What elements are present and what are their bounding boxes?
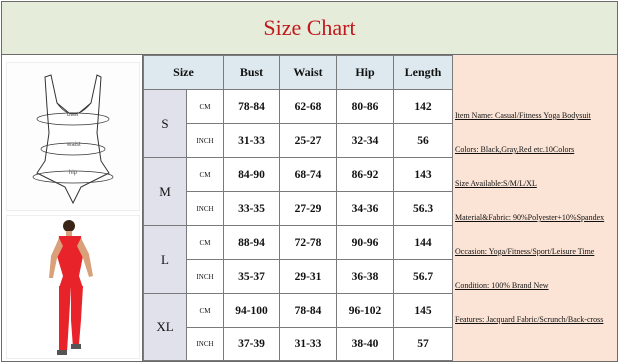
table-row: S CM 78-84 62-68 80-86 142 — [143, 89, 453, 158]
hip-label: hip — [69, 170, 78, 176]
info-features: Features: Jacquard Fabric/Scrunch/Back-c… — [455, 315, 604, 324]
size-cell: M — [143, 157, 187, 226]
info-colors: Colors: Black,Gray,Red etc.10Colors — [455, 145, 575, 154]
unit-cell: CM — [186, 225, 224, 260]
info-sizes: Size Available:S/M/L/XL — [455, 179, 537, 188]
table-row: INCH 35-37 29-31 36-38 56.7 — [144, 259, 453, 294]
product-info-column: Item Name: Casual/Fitness Yoga Bodysuit … — [453, 55, 617, 361]
unit-cell: INCH — [186, 191, 224, 226]
model-figure — [49, 220, 93, 355]
bust-cell: 35-37 — [223, 259, 280, 294]
hip-cell: 36-38 — [336, 259, 394, 294]
size-cell: L — [143, 225, 187, 294]
page-title: Size Chart — [263, 15, 356, 40]
table-row: L CM 88-94 72-78 90-96 144 — [143, 225, 453, 294]
waist-cell: 68-74 — [279, 157, 337, 192]
model-photo — [6, 215, 140, 359]
header-size: Size — [143, 55, 224, 90]
table-row: INCH 31-33 25-27 32-34 56 — [144, 123, 453, 158]
bust-cell: 94-100 — [223, 293, 280, 328]
length-cell: 56.3 — [393, 191, 453, 226]
size-cell: S — [143, 89, 187, 158]
unit-cell: INCH — [186, 123, 224, 158]
bust-cell: 84-90 — [223, 157, 280, 192]
length-cell: 56 — [393, 123, 453, 158]
header-waist: Waist — [279, 55, 337, 90]
length-cell: 143 — [393, 157, 453, 192]
unit-cell: INCH — [186, 259, 224, 294]
bust-cell: 78-84 — [223, 89, 280, 124]
hip-cell: 86-92 — [336, 157, 394, 192]
waist-cell: 72-78 — [279, 225, 337, 260]
measurement-diagram: bust waist hip — [6, 62, 140, 211]
header-bust: Bust — [223, 55, 280, 90]
image-column: bust waist hip — [2, 55, 143, 361]
unit-cell: CM — [186, 157, 224, 192]
table-row: INCH 37-39 31-33 38-40 57 — [144, 327, 453, 361]
bust-cell: 33-35 — [223, 191, 280, 226]
bust-label: bust — [67, 112, 79, 118]
bodysuit-sketch — [32, 74, 114, 205]
size-cell: XL — [143, 293, 187, 361]
waist-cell: 27-29 — [279, 191, 337, 226]
table-row: INCH 33-35 27-29 34-36 56.3 — [144, 191, 453, 226]
table-row: M CM 84-90 68-74 86-92 143 — [143, 157, 453, 226]
length-cell: 142 — [393, 89, 453, 124]
waist-cell: 31-33 — [279, 327, 337, 361]
waist-cell: 62-68 — [279, 89, 337, 124]
length-cell: 145 — [393, 293, 453, 328]
waist-cell: 25-27 — [279, 123, 337, 158]
hip-cell: 96-102 — [336, 293, 394, 328]
info-occasion: Occasion: Yoga/Fitness/Sport/Leisure Tim… — [455, 247, 595, 256]
length-cell: 57 — [393, 327, 453, 361]
unit-cell: INCH — [186, 327, 224, 361]
bust-cell: 37-39 — [223, 327, 280, 361]
info-material: Material&Fabric: 90%Polyester+10%Spandex — [455, 213, 605, 222]
hip-cell: 34-36 — [336, 191, 394, 226]
size-chart-frame: Size Chart bust waist hip Size Bust Wais… — [1, 1, 618, 362]
info-condition: Condition: 100% Brand New — [455, 281, 549, 290]
length-cell: 56.7 — [393, 259, 453, 294]
title-bar: Size Chart — [2, 2, 617, 55]
hip-cell: 80-86 — [336, 89, 394, 124]
table-row: XL CM 94-100 78-84 96-102 145 — [143, 293, 453, 361]
header-length: Length — [393, 55, 453, 90]
unit-cell: CM — [186, 89, 224, 124]
info-item-name: Item Name: Casual/Fitness Yoga Bodysuit — [455, 111, 591, 120]
size-table: Size Bust Waist Hip Length S CM 78-84 62… — [143, 55, 453, 361]
hip-cell: 32-34 — [336, 123, 394, 158]
bust-cell: 31-33 — [223, 123, 280, 158]
hip-cell: 90-96 — [336, 225, 394, 260]
unit-cell: CM — [186, 293, 224, 328]
waist-cell: 29-31 — [279, 259, 337, 294]
table-header-row: Size Bust Waist Hip Length — [143, 55, 453, 90]
bust-cell: 88-94 — [223, 225, 280, 260]
waist-label: waist — [67, 142, 81, 148]
waist-cell: 78-84 — [279, 293, 337, 328]
length-cell: 144 — [393, 225, 453, 260]
hip-cell: 38-40 — [336, 327, 394, 361]
header-hip: Hip — [336, 55, 394, 90]
